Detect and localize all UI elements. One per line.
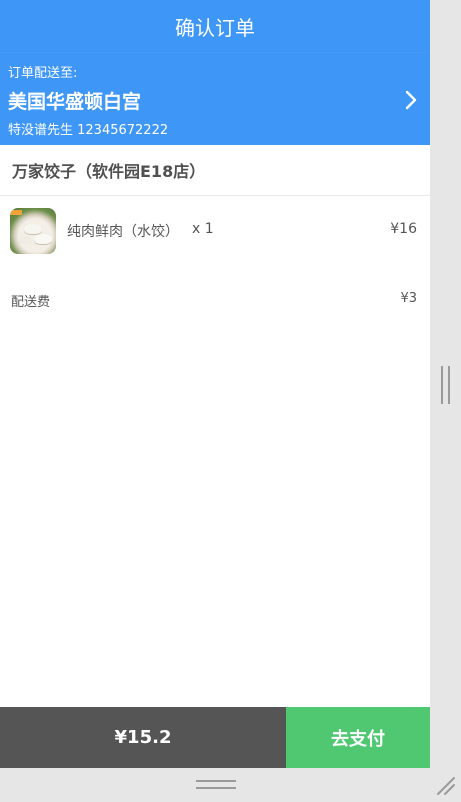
pay-button[interactable]: 去支付	[286, 707, 430, 768]
order-item: 纯肉鲜肉（水饺） x 1 ¥16	[0, 204, 430, 258]
delivery-label: 订单配送至:	[8, 66, 78, 81]
order-total: ¥15.2	[0, 707, 286, 768]
page-title: 确认订单	[175, 15, 255, 40]
delivery-fee-value: ¥3	[400, 291, 417, 306]
vertical-scroll-grip[interactable]	[441, 366, 450, 404]
chevron-right-icon[interactable]	[400, 89, 422, 111]
delivery-address-card[interactable]: 订单配送至: 美国华盛顿白宫 特没谱先生 12345672222	[0, 52, 430, 145]
dumpling-image	[10, 208, 56, 254]
item-name: 纯肉鲜肉（水饺）	[67, 224, 179, 240]
page-header: 确认订单	[0, 0, 430, 52]
item-price: ¥16	[390, 221, 417, 237]
delivery-fee-row: 配送费 ¥3	[0, 289, 430, 311]
item-quantity: x 1	[192, 221, 214, 237]
checkout-bar: ¥15.2 去支付	[0, 707, 430, 768]
app-window: 确认订单 订单配送至: 美国华盛顿白宫 特没谱先生 12345672222 万家…	[0, 0, 430, 768]
delivery-fee-label: 配送费	[11, 295, 51, 310]
delivery-contact: 特没谱先生 12345672222	[8, 123, 169, 138]
store-name: 万家饺子（软件园E18店）	[12, 162, 206, 181]
store-header: 万家饺子（软件园E18店）	[0, 145, 430, 196]
resize-grip-icon[interactable]	[436, 776, 456, 796]
delivery-place: 美国华盛顿白宫	[8, 91, 142, 113]
promo-tag-icon	[10, 210, 22, 215]
horizontal-scroll-grip[interactable]	[196, 780, 236, 789]
